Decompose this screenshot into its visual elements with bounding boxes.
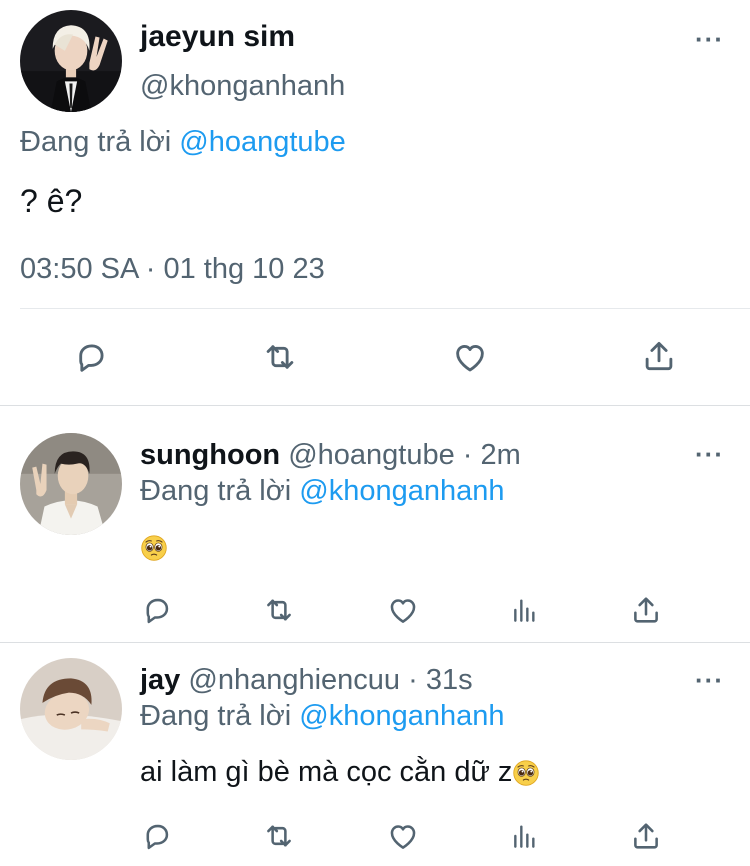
like-icon[interactable] (385, 593, 421, 627)
author-handle[interactable]: @hoangtube (288, 439, 455, 471)
more-options-icon[interactable]: ··· (695, 26, 724, 52)
more-options-icon[interactable]: ··· (695, 667, 724, 693)
main-tweet: jaeyun sim @khonganhanh ··· Đang trả lời… (0, 0, 750, 405)
share-icon[interactable] (640, 336, 678, 376)
replying-to: Đang trả lời @khonganhanh (140, 700, 504, 733)
avatar-photo (20, 433, 122, 535)
reply-header: jay @nhanghiencuu · 31s (140, 664, 473, 697)
mention-link[interactable]: @khonganhanh (299, 700, 504, 732)
share-icon[interactable] (629, 818, 663, 854)
share-icon[interactable] (629, 592, 663, 628)
divider (20, 308, 750, 309)
tweet-text: ? ê? (20, 183, 83, 219)
tweet-text: ai làm gì bè mà cọc cằn dữ z (140, 756, 540, 789)
author-handle[interactable]: @khonganhanh (140, 70, 345, 103)
tweet-text (140, 531, 168, 564)
avatar[interactable] (20, 658, 122, 760)
more-options-icon[interactable]: ··· (695, 441, 724, 467)
avatar-photo (20, 10, 122, 112)
reply-header: sunghoon @hoangtube · 2m (140, 439, 521, 472)
avatar[interactable] (20, 433, 122, 535)
reply-tweet[interactable]: jay @nhanghiencuu · 31s ··· Đang trả lời… (0, 642, 750, 866)
pleading-face-emoji (140, 534, 168, 562)
author-handle[interactable]: @nhanghiencuu (188, 664, 400, 696)
author-name[interactable]: jay (140, 664, 180, 696)
replying-prefix: Đang trả lời (20, 126, 180, 158)
like-icon[interactable] (450, 338, 490, 376)
like-icon[interactable] (385, 819, 421, 853)
retweet-icon[interactable] (261, 819, 297, 853)
replying-prefix: Đang trả lời (140, 475, 300, 507)
replying-prefix: Đang trả lời (140, 700, 300, 732)
avatar[interactable] (20, 10, 122, 112)
reply-tweet[interactable]: sunghoon @hoangtube · 2m ··· Đang trả lờ… (0, 405, 750, 642)
avatar-photo (20, 658, 122, 760)
retweet-icon[interactable] (261, 593, 297, 627)
tweet-time[interactable]: · 31s (408, 664, 472, 696)
author-name[interactable]: sunghoon (140, 439, 280, 471)
retweet-icon[interactable] (260, 338, 300, 376)
author-name[interactable]: jaeyun sim (140, 20, 295, 54)
tweet-time[interactable]: · 2m (463, 439, 521, 471)
mention-link[interactable]: @hoangtube (179, 126, 346, 158)
analytics-icon[interactable] (508, 819, 540, 853)
mention-link[interactable]: @khonganhanh (299, 475, 504, 507)
reply-icon[interactable] (140, 819, 174, 853)
pleading-face-emoji (512, 759, 540, 787)
replying-to: Đang trả lời @hoangtube (20, 126, 346, 159)
reply-icon[interactable] (140, 593, 174, 627)
tweet-timestamp[interactable]: 03:50 SA · 01 thg 10 23 (20, 253, 325, 286)
tweet-text-content: ai làm gì bè mà cọc cằn dữ z (140, 756, 513, 788)
replying-to: Đang trả lời @khonganhanh (140, 475, 504, 508)
analytics-icon[interactable] (508, 593, 540, 627)
reply-icon[interactable] (72, 338, 110, 376)
